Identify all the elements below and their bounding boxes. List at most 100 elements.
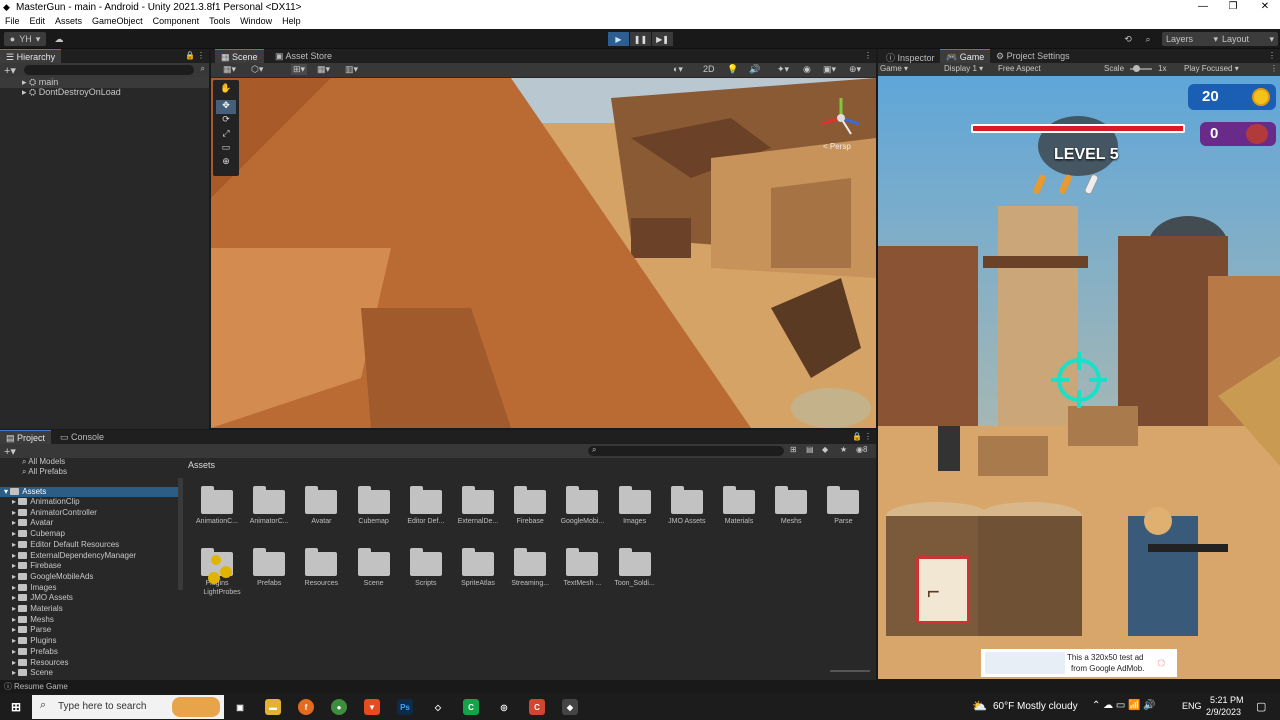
pause-button[interactable]: ❚❚ — [630, 32, 651, 46]
tree-folder-item[interactable]: ▸ Meshs — [12, 615, 54, 624]
move-tool-icon[interactable]: ✥ — [216, 100, 236, 114]
menu-edit[interactable]: Edit — [25, 15, 51, 27]
search-icon[interactable]: ⌕ — [1140, 32, 1156, 46]
photoshop-icon[interactable]: Ps — [397, 699, 413, 715]
gizmo-icon[interactable]: ⬡▾ — [251, 64, 263, 75]
layers-dropdown[interactable]: Layers ▾ — [1162, 32, 1222, 46]
aspect-dropdown[interactable]: Free Aspect — [998, 64, 1041, 73]
more-icon[interactable]: ⋮ — [864, 432, 872, 441]
tab-project-settings[interactable]: ⚙ Project Settings — [990, 49, 1076, 63]
asset-folder[interactable]: AnimatorC... — [243, 486, 295, 525]
tree-folder-item[interactable]: ▸ JMO Assets — [12, 593, 73, 602]
grid-icon[interactable]: ▦▾ — [317, 64, 330, 75]
menu-component[interactable]: Component — [148, 15, 205, 27]
menu-file[interactable]: File — [0, 15, 25, 27]
cloud-icon[interactable]: ☁ — [50, 32, 68, 46]
game-mode-dropdown[interactable]: Game ▾ — [880, 64, 908, 73]
asset-folder[interactable]: JMO Assets — [661, 486, 713, 525]
asset-folder[interactable]: Meshs — [765, 486, 817, 525]
minimize-button[interactable]: — — [1188, 1, 1218, 12]
add-icon[interactable]: +▾ — [4, 64, 16, 77]
asset-folder[interactable]: Cubemap — [348, 486, 400, 525]
hierarchy-item-dontdestroy[interactable]: ▸ ⛭ DontDestroyOnLoad — [22, 87, 121, 98]
snap-icon[interactable]: ⊞▾ — [291, 64, 308, 75]
firefox-icon[interactable]: f — [298, 699, 314, 715]
language-indicator[interactable]: ENG — [1182, 701, 1202, 711]
hand-tool-icon[interactable]: ✋ — [216, 83, 236, 97]
asset-folder[interactable]: Scene — [348, 548, 400, 587]
tree-folder-item[interactable]: ▸ Images — [12, 583, 56, 592]
asset-folder[interactable]: GoogleMobi... — [556, 486, 608, 525]
tree-folder-item[interactable]: ▸ GoogleMobileAds — [12, 572, 93, 581]
menu-tools[interactable]: Tools — [204, 15, 235, 27]
asset-folder[interactable]: SpriteAtlas — [452, 548, 504, 587]
tree-folder-item[interactable]: ▸ Editor Default Resources — [12, 540, 119, 549]
asset-folder[interactable]: Scripts — [400, 548, 452, 587]
layout-dropdown[interactable]: Layout ▾ — [1218, 32, 1278, 46]
tree-folder-item[interactable]: ▸ AnimatorController — [12, 508, 97, 517]
asset-folder[interactable]: Editor Def... — [400, 486, 452, 525]
camtasia-icon[interactable]: C — [463, 699, 479, 715]
scene-viewport[interactable]: ✋ ✥ ⟳ ⤢ ▭ ⊕ < Persp — [211, 78, 876, 428]
clock-time[interactable]: 5:21 PM — [1210, 695, 1244, 705]
scale-slider-handle[interactable] — [1133, 65, 1140, 72]
transform-tool-icon[interactable]: ⊕ — [216, 156, 236, 170]
favorite-icon[interactable]: ★ — [840, 445, 847, 454]
tab-console[interactable]: ▭ Console — [54, 430, 110, 444]
asset-folder[interactable]: Prefabs — [243, 548, 295, 587]
hierarchy-search-input[interactable] — [24, 65, 194, 75]
more-icon[interactable]: ⋮ — [1270, 64, 1278, 73]
tab-project[interactable]: ▤ Project — [0, 430, 52, 444]
step-button[interactable]: ▶❚ — [652, 32, 673, 46]
taskbar-search-input[interactable]: ⌕ Type here to search — [32, 695, 224, 719]
tree-folder-item[interactable]: ▸ AnimationClip — [12, 497, 80, 506]
gizmos-dropdown-icon[interactable]: ⊕▾ — [849, 64, 861, 75]
asset-folder[interactable]: TextMesh ... — [556, 548, 608, 587]
favorite-all-models[interactable]: ⌕ All Models — [22, 457, 65, 467]
weather-text[interactable]: 60°F Mostly cloudy — [993, 701, 1078, 712]
asset-folder[interactable]: Resources — [295, 548, 347, 587]
tag-icon[interactable]: ◆ — [822, 445, 828, 454]
project-search-input[interactable]: ⌕ — [588, 445, 784, 456]
account-button[interactable]: ● YH ▾ — [4, 32, 46, 46]
breadcrumb[interactable]: Assets — [188, 460, 215, 470]
tree-folder-item[interactable]: ▸ Scene — [12, 668, 53, 677]
tree-folder-item[interactable]: ▸ ExternalDependencyManager — [12, 551, 136, 560]
close-button[interactable]: ✕ — [1250, 1, 1280, 12]
tray-icons[interactable]: ⌃ ☁ ▭ 📶 🔊 — [1092, 700, 1156, 711]
menu-window[interactable]: Window — [235, 15, 277, 27]
asset-folder[interactable]: AnimationC... — [191, 486, 243, 525]
lighting-icon[interactable]: 💡 — [727, 64, 738, 75]
menu-help[interactable]: Help — [277, 15, 306, 27]
display-dropdown[interactable]: Display 1 ▾ — [944, 64, 983, 73]
play-focused-dropdown[interactable]: Play Focused ▾ — [1184, 64, 1239, 73]
asset-folder[interactable]: Avatar — [295, 486, 347, 525]
menu-assets[interactable]: Assets — [50, 15, 87, 27]
tab-inspector[interactable]: ⓘ Inspector — [880, 49, 941, 63]
lock-icon[interactable]: 🔒 — [185, 51, 195, 60]
chrome-icon[interactable]: ● — [331, 699, 347, 715]
unity-icon[interactable]: ◆ — [562, 699, 578, 715]
favorite-all-prefabs[interactable]: ⌕ All Prefabs — [22, 467, 67, 477]
effects-icon[interactable]: ✦▾ — [777, 64, 789, 75]
weapon-slot-button[interactable]: ⌐ — [916, 556, 970, 624]
zoom-slider[interactable] — [830, 670, 870, 672]
asset-folder[interactable]: Toon_Soldi... — [609, 548, 661, 587]
rect-tool-icon[interactable]: ▭ — [216, 142, 236, 156]
windows-start-icon[interactable]: ⊞ — [8, 699, 24, 715]
lock-icon[interactable]: 🔒 — [852, 432, 862, 441]
tab-asset-store[interactable]: ▣ Asset Store — [269, 49, 338, 63]
tree-folder-item[interactable]: ▸ Firebase — [12, 561, 61, 570]
asset-folder[interactable]: Images — [609, 486, 661, 525]
file-explorer-icon[interactable]: ▬ — [265, 699, 281, 715]
scale-slider[interactable] — [1130, 65, 1152, 72]
scene-gizmo-axes[interactable] — [811, 96, 871, 146]
tree-folder-item[interactable]: ▸ Prefabs — [12, 647, 58, 656]
hidden-icon[interactable]: ◉ — [803, 64, 811, 75]
admob-test-ad[interactable]: This a 320x50 test ad from Google AdMob.… — [981, 649, 1177, 677]
brave-icon[interactable]: ▼ — [364, 699, 380, 715]
lightprobes-asset[interactable]: LightProbes — [196, 554, 248, 596]
asset-folder[interactable]: Materials — [713, 486, 765, 525]
maximize-button[interactable]: ❐ — [1218, 1, 1248, 12]
more-icon[interactable]: ⋮ — [1268, 51, 1276, 60]
